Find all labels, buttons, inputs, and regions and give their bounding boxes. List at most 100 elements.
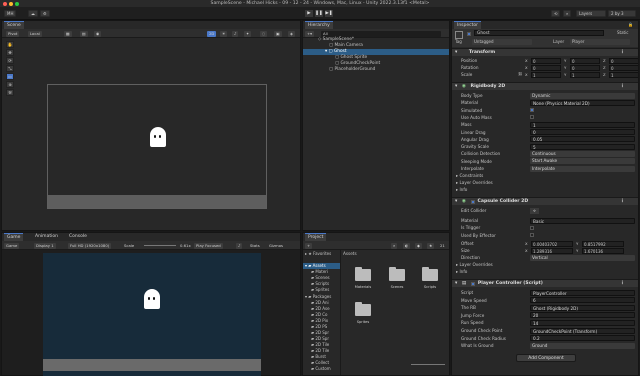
favorite-icon[interactable]: ★ <box>427 242 435 249</box>
hierarchy-item[interactable]: ▢ PlaceholderGround <box>303 67 449 73</box>
display-dropdown[interactable]: Display 1 <box>34 242 56 249</box>
constraints-foldout[interactable]: ▸ Constraints <box>452 172 638 179</box>
info-foldout[interactable]: ▸ Info <box>452 186 638 193</box>
property-field[interactable]: 14 <box>530 319 635 326</box>
transform-tool-button[interactable]: ⊕ <box>6 81 14 88</box>
gizmos-icon[interactable]: ◈ <box>288 30 295 37</box>
project-breadcrumb[interactable]: Assets <box>343 251 357 256</box>
layout-dropdown[interactable]: 2 by 3 <box>608 10 636 17</box>
property-field[interactable]: Ghost (Rigidbody 2D) <box>530 304 635 311</box>
property-checkbox[interactable] <box>530 225 534 230</box>
rotate-tool-button[interactable]: ⟳ <box>6 57 14 64</box>
property-dropdown[interactable]: Continuous <box>530 150 635 157</box>
tag-dropdown[interactable]: Untagged <box>472 39 532 45</box>
property-checkbox[interactable] <box>530 108 534 113</box>
mute-audio-icon[interactable]: ♪ <box>236 242 243 249</box>
pause-button[interactable]: ❚❚ <box>315 10 323 17</box>
game-render-area[interactable] <box>43 253 261 376</box>
capsule-layer-overrides-foldout[interactable]: ▸ Layer Overrides <box>452 261 638 268</box>
collab-icon[interactable]: ⚙ <box>40 10 50 17</box>
direction-dropdown[interactable]: Vertical <box>530 254 635 261</box>
property-field[interactable]: 6 <box>530 297 635 304</box>
local-dropdown[interactable]: Local <box>28 30 42 37</box>
filter-type-icon[interactable]: ◐ <box>403 242 411 249</box>
stats-button[interactable]: Stats <box>248 243 262 249</box>
history-icon[interactable]: ⟲ <box>551 10 561 17</box>
effects-icon[interactable]: ✦ <box>244 30 252 37</box>
folder-icon[interactable] <box>355 302 371 316</box>
layer-dropdown[interactable]: Player <box>570 39 630 45</box>
scale-x-field[interactable]: 1 <box>531 71 561 78</box>
script-enabled-checkbox[interactable] <box>471 282 475 286</box>
add-object-button[interactable]: +▾ <box>305 30 315 37</box>
offset-y-field[interactable]: 0.8517992 <box>582 240 624 247</box>
edit-collider-button[interactable]: ⟡ <box>530 207 539 214</box>
size-x-field[interactable]: 1.289316 <box>531 247 573 254</box>
property-field[interactable]: Basic <box>530 217 635 224</box>
resolution-dropdown[interactable]: Full HD (1920x1080) <box>68 242 112 249</box>
grid-snap-icon[interactable]: ▦ <box>64 30 72 37</box>
property-field[interactable]: PlayerController <box>530 289 635 296</box>
filter-label-icon[interactable]: ◆ <box>415 242 422 249</box>
tab-hierarchy[interactable]: Hierarchy <box>305 21 333 29</box>
move-tool-button[interactable]: ✥ <box>6 49 14 56</box>
property-dropdown[interactable]: Start Awake <box>530 158 635 165</box>
2d-mode-toggle[interactable]: 2D <box>207 30 217 37</box>
property-field[interactable]: 20 <box>530 312 635 319</box>
account-button[interactable]: MH <box>4 10 17 17</box>
size-y-field[interactable]: 1.670136 <box>582 247 624 254</box>
tab-scene[interactable]: Scene <box>4 21 24 29</box>
play-focus-dropdown[interactable]: Play Focused <box>194 242 223 249</box>
static-toggle[interactable]: Static <box>617 30 628 35</box>
scene-ghost-sprite[interactable] <box>150 127 166 147</box>
visibility-icon[interactable]: ◉ <box>94 30 102 37</box>
rotation-y-field[interactable]: 0 <box>570 64 600 71</box>
folder-icon[interactable] <box>355 267 371 281</box>
tab-animation[interactable]: Animation <box>32 233 61 241</box>
transform-component-header[interactable]: ▾ Transform ⋮ <box>452 48 638 56</box>
scene-camera-icon[interactable]: ▣ <box>274 30 282 37</box>
search-icon[interactable]: ⌕ <box>563 10 572 17</box>
folder-icon[interactable] <box>422 267 438 281</box>
property-field[interactable]: 0 <box>530 129 635 135</box>
property-field[interactable]: GroundCheckPoint (Transform) <box>530 327 635 334</box>
component-menu-icon[interactable]: ⋮ <box>620 280 625 288</box>
property-checkbox[interactable] <box>530 115 534 120</box>
lighting-icon[interactable]: ☀ <box>220 30 228 37</box>
tab-console[interactable]: Console <box>66 233 90 241</box>
capsule-info-foldout[interactable]: ▸ Info <box>452 268 638 275</box>
hand-tool-button[interactable]: ✋ <box>6 41 14 48</box>
minimize-window-button[interactable] <box>9 1 13 6</box>
custom-tool-button[interactable]: ⚒ <box>6 89 14 96</box>
create-asset-button[interactable]: + <box>305 242 313 249</box>
active-checkbox[interactable] <box>467 32 471 36</box>
scene-ground[interactable] <box>48 195 266 208</box>
rotation-x-field[interactable]: 0 <box>531 64 561 71</box>
cloud-icon[interactable]: ☁ <box>28 10 38 17</box>
tab-inspector[interactable]: Inspector <box>454 21 481 29</box>
property-dropdown[interactable]: Interpolate <box>530 165 635 172</box>
property-dropdown[interactable]: Ground <box>530 342 635 349</box>
object-name-field[interactable]: Ghost <box>474 30 604 36</box>
scale-z-field[interactable]: 1 <box>609 71 638 78</box>
property-field[interactable]: 1 <box>530 121 635 128</box>
zoom-window-button[interactable] <box>15 1 19 6</box>
lock-icon[interactable]: 🔒 <box>628 22 633 27</box>
play-button[interactable]: ▶ <box>305 10 313 17</box>
audio-icon[interactable]: ♪ <box>232 30 239 37</box>
property-dropdown[interactable]: Dynamic <box>530 92 635 99</box>
offset-x-field[interactable]: 0.00403702 <box>531 240 573 247</box>
project-search-icon[interactable]: ⌕ <box>391 242 398 249</box>
property-field[interactable]: 0.2 <box>530 335 635 342</box>
position-x-field[interactable]: 0 <box>531 57 561 64</box>
component-menu-icon[interactable]: ⋮ <box>620 198 625 206</box>
game-view-dropdown[interactable]: Game <box>4 242 20 249</box>
layers-dropdown[interactable]: Layers <box>576 10 606 17</box>
tab-project[interactable]: Project <box>305 233 327 241</box>
favorites-item[interactable]: ▸ ★ Favorites <box>305 251 331 257</box>
property-field[interactable]: 5 <box>530 143 635 150</box>
rigidbody-component-header[interactable]: ▾ ◉ Rigidbody 2D ⋮ <box>452 82 638 90</box>
snap-increment-icon[interactable]: ▤ <box>80 30 88 37</box>
position-y-field[interactable]: 0 <box>570 57 600 64</box>
tab-game[interactable]: Game <box>4 233 24 241</box>
